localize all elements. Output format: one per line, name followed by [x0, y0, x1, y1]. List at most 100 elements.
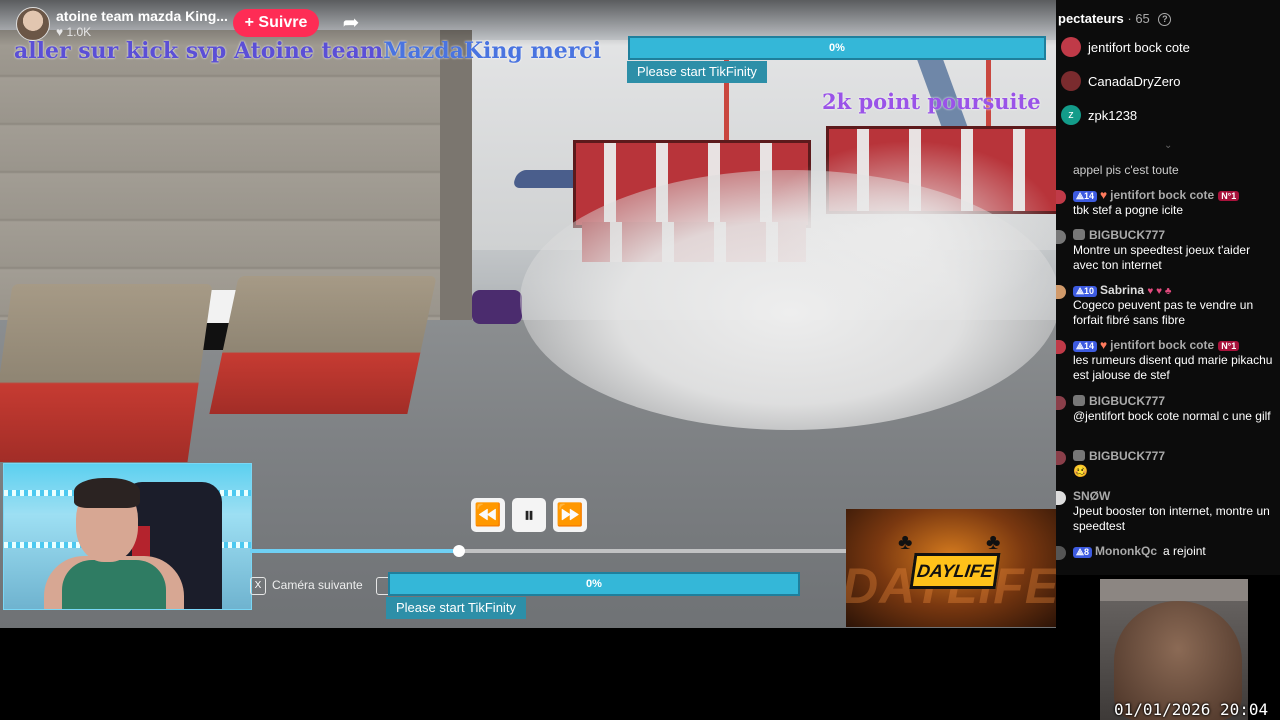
- tikfinity-label-bottom: Please start TikFinity: [386, 597, 526, 619]
- playback-scrubber[interactable]: [250, 545, 846, 557]
- level-badge: ⟁14: [1073, 191, 1098, 202]
- streamer-shirt: [62, 560, 166, 609]
- chat-text: Montre un speedtest joeux t'aider avec t…: [1073, 243, 1251, 272]
- viewers-count: 65: [1135, 11, 1150, 26]
- level-badge: ⟁14: [1073, 341, 1098, 352]
- likes-count: ♥ 1.0K: [56, 25, 91, 39]
- viewers-label: pectateurs: [1058, 11, 1124, 26]
- chat-meta: BIGBUCK777: [1073, 394, 1165, 408]
- chat-user[interactable]: MononkQc: [1095, 544, 1157, 558]
- camera-next-label: Caméra suivante: [272, 578, 363, 592]
- chat-avatar: [1056, 340, 1066, 354]
- chat-user[interactable]: Sabrina: [1100, 283, 1144, 297]
- chat-user[interactable]: jentifort bock cote: [1110, 188, 1214, 202]
- streamer-webcam: [3, 463, 252, 610]
- chat-text: Cogeco peuvent pas te vendre un forfait …: [1073, 298, 1254, 327]
- chat-text: les rumeurs disent qud marie pikachu est…: [1073, 353, 1273, 382]
- key-hint-x: X: [250, 577, 266, 595]
- viewer-avatar: [1061, 71, 1081, 91]
- rank-badge: N°1: [1218, 191, 1240, 201]
- follow-button[interactable]: + Suivre: [233, 9, 319, 37]
- tikfinity-progress-bar-bottom: 0%: [388, 572, 800, 596]
- streamer-hair: [74, 478, 140, 508]
- heart-icon: ♥: [56, 25, 64, 39]
- mod-badge-icon: [1073, 450, 1085, 461]
- viewer-name: jentifort bock cote: [1088, 40, 1190, 55]
- viewer-name: CanadaDryZero: [1088, 74, 1181, 89]
- chat-avatar: [1056, 451, 1066, 465]
- chat-meta: BIGBUCK777: [1073, 449, 1165, 463]
- viewers-count-wrap: · 65: [1127, 11, 1150, 26]
- chat-meta: BIGBUCK777: [1073, 228, 1165, 242]
- pause-icon: ⏸: [523, 502, 535, 527]
- chat-user[interactable]: BIGBUCK777: [1089, 449, 1165, 463]
- viewer-avatar: [1061, 37, 1081, 57]
- chat-meta: ⟁8 MononkQc a rejoint: [1073, 544, 1206, 558]
- pause-button[interactable]: ⏸: [512, 498, 546, 532]
- live-side-panel: pectateurs · 65 ? jentifort bock cote Ca…: [1056, 0, 1280, 575]
- viewers-header: pectateurs · 65 ?: [1058, 11, 1172, 26]
- chat-text: tbk stef a pogne icite: [1073, 203, 1184, 217]
- tikfinity-progress-bar-top: 0%: [628, 36, 1046, 60]
- chevron-down-icon[interactable]: ⌄: [1164, 140, 1172, 151]
- chat-text: @jentifort bock cote normal c une gilf: [1073, 409, 1271, 423]
- mod-badge-icon: [1073, 395, 1085, 406]
- streamer-name[interactable]: atoine team mazda King...: [56, 8, 228, 24]
- chat-text: 🥴: [1073, 464, 1088, 478]
- chat-meta: ⟁14 ♥ jentifort bock cote N°1: [1073, 188, 1240, 202]
- kick-banner-text-1: aller sur kick svp Atoine team: [14, 38, 384, 64]
- tikfinity-percent: 0%: [829, 42, 845, 54]
- help-icon[interactable]: ?: [1158, 13, 1172, 26]
- chat-user[interactable]: jentifort bock cote: [1110, 338, 1214, 352]
- goal-text: 2k point poursuite: [822, 89, 1041, 114]
- level-badge: ⟁8: [1073, 547, 1093, 558]
- second-webcam: [1100, 579, 1248, 720]
- join-text: a rejoint: [1163, 544, 1206, 558]
- scrubber-progress: [250, 549, 459, 553]
- streamer-avatar[interactable]: [16, 7, 50, 41]
- chat-user[interactable]: SNØW: [1073, 489, 1110, 503]
- chat-avatar: [1056, 190, 1066, 204]
- kick-banner-text: aller sur kick svp Atoine teamMazdaKing …: [14, 38, 601, 64]
- chat-meta: ⟁10 Sabrina ♥ ♥ ♣: [1073, 283, 1171, 297]
- user-badges: ♥ ♥ ♣: [1147, 286, 1172, 297]
- heart-icon: ♥: [1100, 338, 1108, 352]
- chat-user[interactable]: BIGBUCK777: [1089, 228, 1165, 242]
- purple-car: [472, 290, 522, 324]
- viewer-avatar: z: [1061, 105, 1081, 125]
- daylife-sponsor-logo: DAYLIFE ♣ ♣ DAYLIFE: [846, 509, 1056, 627]
- chat-avatar: [1056, 491, 1066, 505]
- chat-avatar: [1056, 396, 1066, 410]
- rewind-icon: ⏪: [474, 502, 502, 527]
- tire-smoke: [760, 140, 1056, 320]
- chat-meta: ⟁14 ♥ jentifort bock cote N°1: [1073, 338, 1240, 352]
- jersey-barrier: [0, 284, 213, 462]
- mod-badge-icon: [1073, 229, 1085, 240]
- daylife-logo-text: DAYLIFE: [909, 553, 1001, 589]
- tikfinity-percent: 0%: [586, 578, 602, 590]
- chat-avatar: [1056, 230, 1066, 244]
- scrubber-handle[interactable]: [452, 545, 465, 557]
- kick-banner-text-2: MazdaKing merci: [383, 38, 602, 64]
- chat-text: Jpeut booster ton internet, montre un sp…: [1073, 504, 1270, 533]
- chat-user[interactable]: BIGBUCK777: [1089, 394, 1165, 408]
- chat-avatar: [1056, 546, 1066, 560]
- rank-badge: N°1: [1218, 341, 1240, 351]
- likes-value: 1.0K: [66, 25, 92, 39]
- time-text: 20:04: [1219, 700, 1269, 719]
- share-icon[interactable]: ➦: [336, 10, 366, 36]
- datetime-overlay: 01/01/2026 20:04: [1114, 700, 1268, 719]
- chat-avatar: [1056, 285, 1066, 299]
- chat-text: appel pis c'est toute: [1073, 163, 1179, 177]
- concrete-pillar-side: [440, 30, 472, 340]
- rewind-button[interactable]: ⏪: [471, 498, 505, 532]
- chat-meta: SNØW: [1073, 489, 1110, 503]
- date-text: 01/01/2026: [1114, 700, 1211, 719]
- heart-icon: ♥: [1100, 188, 1108, 202]
- fast-forward-button[interactable]: ⏩: [553, 498, 587, 532]
- tikfinity-label-top: Please start TikFinity: [627, 61, 767, 83]
- shelf: [1100, 579, 1248, 601]
- level-badge: ⟁10: [1073, 286, 1098, 297]
- palm-icon: ♣: [898, 529, 913, 554]
- viewer-name: zpk1238: [1088, 108, 1138, 123]
